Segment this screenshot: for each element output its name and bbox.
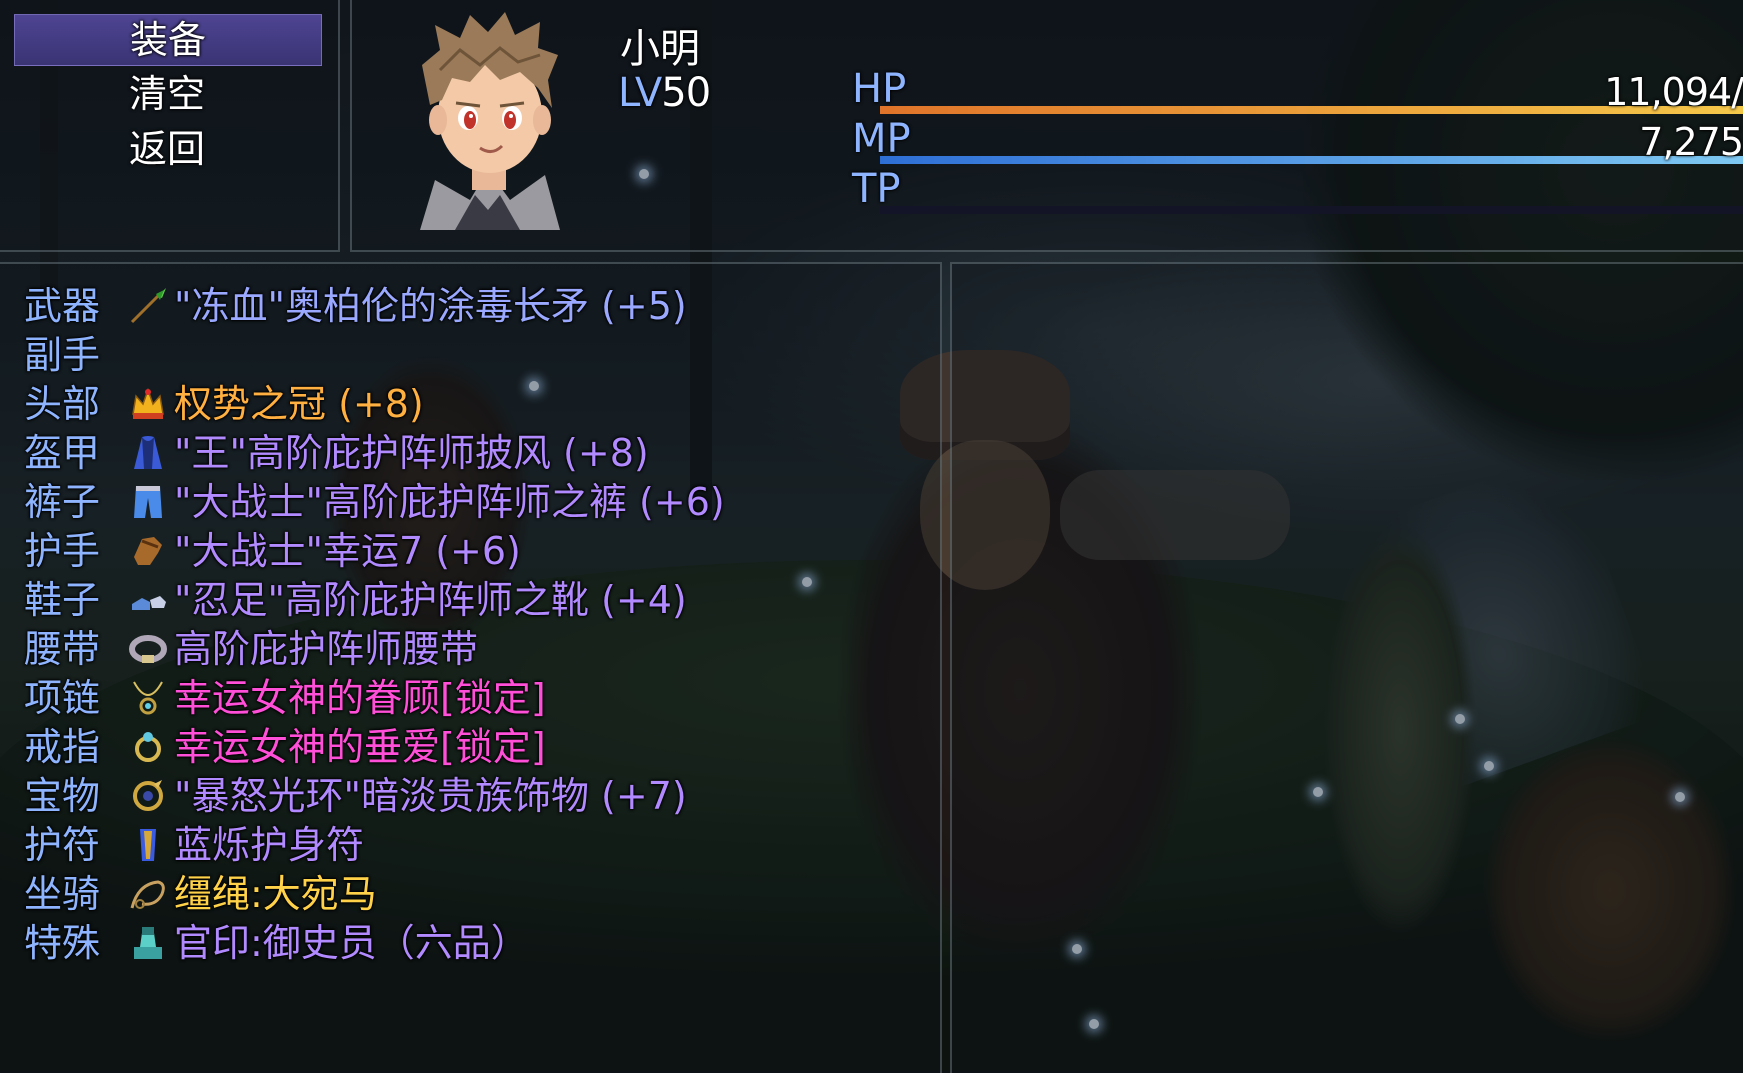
equipment-slot-row[interactable]: 护符 蓝烁护身符	[24, 819, 924, 871]
slot-name: 特殊	[24, 921, 101, 965]
level-value: 50	[661, 70, 711, 116]
actor-name: 小明	[620, 26, 700, 72]
actor-level: LV50	[618, 70, 711, 116]
cloak-icon	[128, 433, 168, 473]
command-window: 装备 清空 返回	[0, 0, 340, 252]
slot-name: 头部	[24, 382, 101, 426]
necklace-icon	[128, 678, 168, 718]
equipment-slot-row[interactable]: 武器 "冻血"奥柏伦的涂毒长矛 (+5)	[24, 280, 924, 332]
equipped-item-name: 高阶庇护阵师腰带	[174, 627, 479, 671]
equipped-item-name: "大战士"幸运7 (+6)	[174, 529, 521, 573]
equipment-slot-row[interactable]: 头部 权势之冠 (+8)	[24, 378, 924, 430]
equipment-slot-row[interactable]: 裤子 "大战士"高阶庇护阵师之裤 (+6)	[24, 476, 924, 528]
equipped-item-name: "冻血"奥柏伦的涂毒长矛 (+5)	[174, 284, 687, 328]
level-label: LV	[618, 70, 662, 116]
boots-icon	[128, 580, 168, 620]
slot-name: 腰带	[24, 627, 101, 671]
equipped-item-name: 幸运女神的眷顾[锁定]	[174, 676, 546, 720]
equipment-slot-row[interactable]: 特殊 官印:御史员（六品）	[24, 917, 924, 969]
command-clear[interactable]: 清空	[14, 69, 320, 119]
equipment-slot-row[interactable]: 项链 幸运女神的眷顾[锁定]	[24, 672, 924, 724]
treasure-icon	[128, 776, 168, 816]
slot-name: 戒指	[24, 725, 101, 769]
equipped-item-name: "忍足"高阶庇护阵师之靴 (+4)	[174, 578, 687, 622]
equipment-slot-row[interactable]: 宝物 "暴怒光环"暗淡贵族饰物 (+7)	[24, 770, 924, 822]
reins-icon	[128, 874, 168, 914]
slot-name: 裤子	[24, 480, 101, 524]
amulet-icon	[128, 825, 168, 865]
equipped-item-name: 权势之冠 (+8)	[174, 382, 424, 426]
slot-name: 盔甲	[24, 431, 101, 475]
slot-name: 宝物	[24, 774, 101, 818]
hp-gauge: HP 11,094/	[852, 66, 1743, 122]
equipment-slot-row[interactable]: 腰带 高阶庇护阵师腰带	[24, 623, 924, 675]
equipped-item-name: 官印:御史员（六品）	[174, 921, 529, 965]
equipped-item-name: 缰绳:大宛马	[174, 872, 377, 916]
equipped-item-name: "暴怒光环"暗淡贵族饰物 (+7)	[174, 774, 687, 818]
mp-bar-fill	[880, 156, 1743, 164]
crown-icon	[128, 384, 168, 424]
command-back-label: 返回	[128, 127, 205, 171]
actor-portrait	[420, 12, 560, 230]
mp-value: 7,275	[1639, 120, 1743, 164]
equipped-item-name: "大战士"高阶庇护阵师之裤 (+6)	[174, 480, 725, 524]
equipped-item-name: 幸运女神的垂爱[锁定]	[174, 725, 546, 769]
gauntlet-icon	[128, 531, 168, 571]
equipment-slot-row[interactable]: 坐骑 缰绳:大宛马	[24, 868, 924, 920]
slot-name: 护手	[24, 529, 101, 573]
slot-name: 项链	[24, 676, 101, 720]
mp-gauge: MP 7,275	[852, 116, 1743, 172]
equipment-slot-row[interactable]: 鞋子 "忍足"高阶庇护阵师之靴 (+4)	[24, 574, 924, 626]
equipment-slot-row[interactable]: 副手	[24, 329, 924, 381]
slot-name: 坐骑	[24, 872, 101, 916]
equipped-item-name: 蓝烁护身符	[174, 823, 365, 867]
equipment-slot-row[interactable]: 戒指 幸运女神的垂爱[锁定]	[24, 721, 924, 773]
command-equip[interactable]: 装备	[14, 14, 322, 66]
equipment-info-window	[950, 262, 1743, 1073]
spear-icon	[128, 286, 168, 326]
command-back[interactable]: 返回	[14, 124, 320, 174]
belt-icon	[128, 629, 168, 669]
equipment-slot-row[interactable]: 盔甲 "王"高阶庇护阵师披风 (+8)	[24, 427, 924, 479]
slot-name: 副手	[24, 333, 101, 377]
equipment-slot-row[interactable]: 护手 "大战士"幸运7 (+6)	[24, 525, 924, 577]
tp-gauge: TP	[852, 166, 1743, 222]
slot-name: 武器	[24, 284, 101, 328]
ring-icon	[128, 727, 168, 767]
slot-name: 鞋子	[24, 578, 101, 622]
hp-value: 11,094/	[1604, 70, 1743, 114]
command-clear-label: 清空	[128, 72, 205, 116]
seal-icon	[128, 923, 168, 963]
slot-name: 护符	[24, 823, 101, 867]
equipped-item-name: "王"高阶庇护阵师披风 (+8)	[174, 431, 649, 475]
pants-icon	[128, 482, 168, 522]
command-equip-label: 装备	[129, 18, 206, 62]
